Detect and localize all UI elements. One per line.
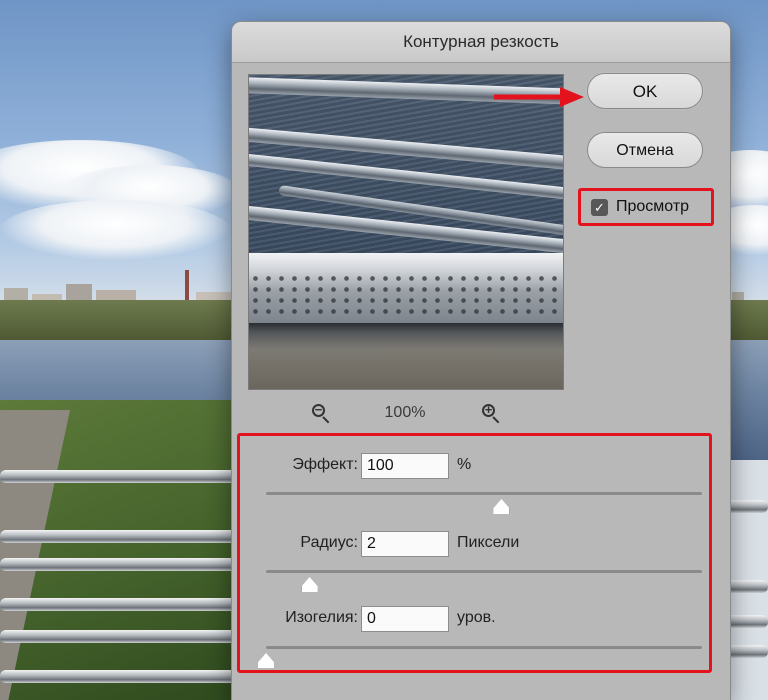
ok-button[interactable]: OK: [587, 73, 703, 109]
radius-input[interactable]: [361, 531, 449, 557]
threshold-input[interactable]: [361, 606, 449, 632]
preview-image[interactable]: [248, 74, 564, 390]
cancel-button[interactable]: Отмена: [587, 132, 703, 168]
threshold-label: Изогелия:: [285, 609, 358, 626]
radius-slider-track[interactable]: [266, 570, 702, 573]
zoom-in-icon[interactable]: +: [480, 402, 502, 426]
red-arrow-annotation: [494, 87, 584, 107]
radius-label: Радиус:: [300, 534, 358, 551]
threshold-slider-track[interactable]: [266, 646, 702, 649]
dialog-title[interactable]: Контурная резкость: [232, 22, 730, 63]
zoom-controls: − 100% +: [248, 402, 562, 426]
amount-unit: %: [457, 456, 472, 473]
threshold-unit: уров.: [457, 609, 496, 626]
radius-unit: Пиксели: [457, 534, 520, 551]
amount-input[interactable]: [361, 453, 449, 479]
preview-checkbox[interactable]: ✓: [591, 199, 608, 216]
amount-slider-track[interactable]: [266, 492, 702, 495]
amount-label: Эффект:: [292, 456, 358, 473]
zoom-percentage: 100%: [384, 404, 426, 421]
parameters-panel: Эффект: % Радиус: Пиксели Изогелия: уров…: [237, 433, 712, 673]
checkmark-icon: ✓: [594, 200, 605, 215]
preview-checkbox-highlight: ✓ Просмотр: [578, 188, 714, 226]
unsharp-mask-dialog: Контурная резкость − 100% + OK Отмена ✓ …: [232, 22, 730, 700]
preview-checkbox-label[interactable]: Просмотр: [616, 198, 689, 216]
